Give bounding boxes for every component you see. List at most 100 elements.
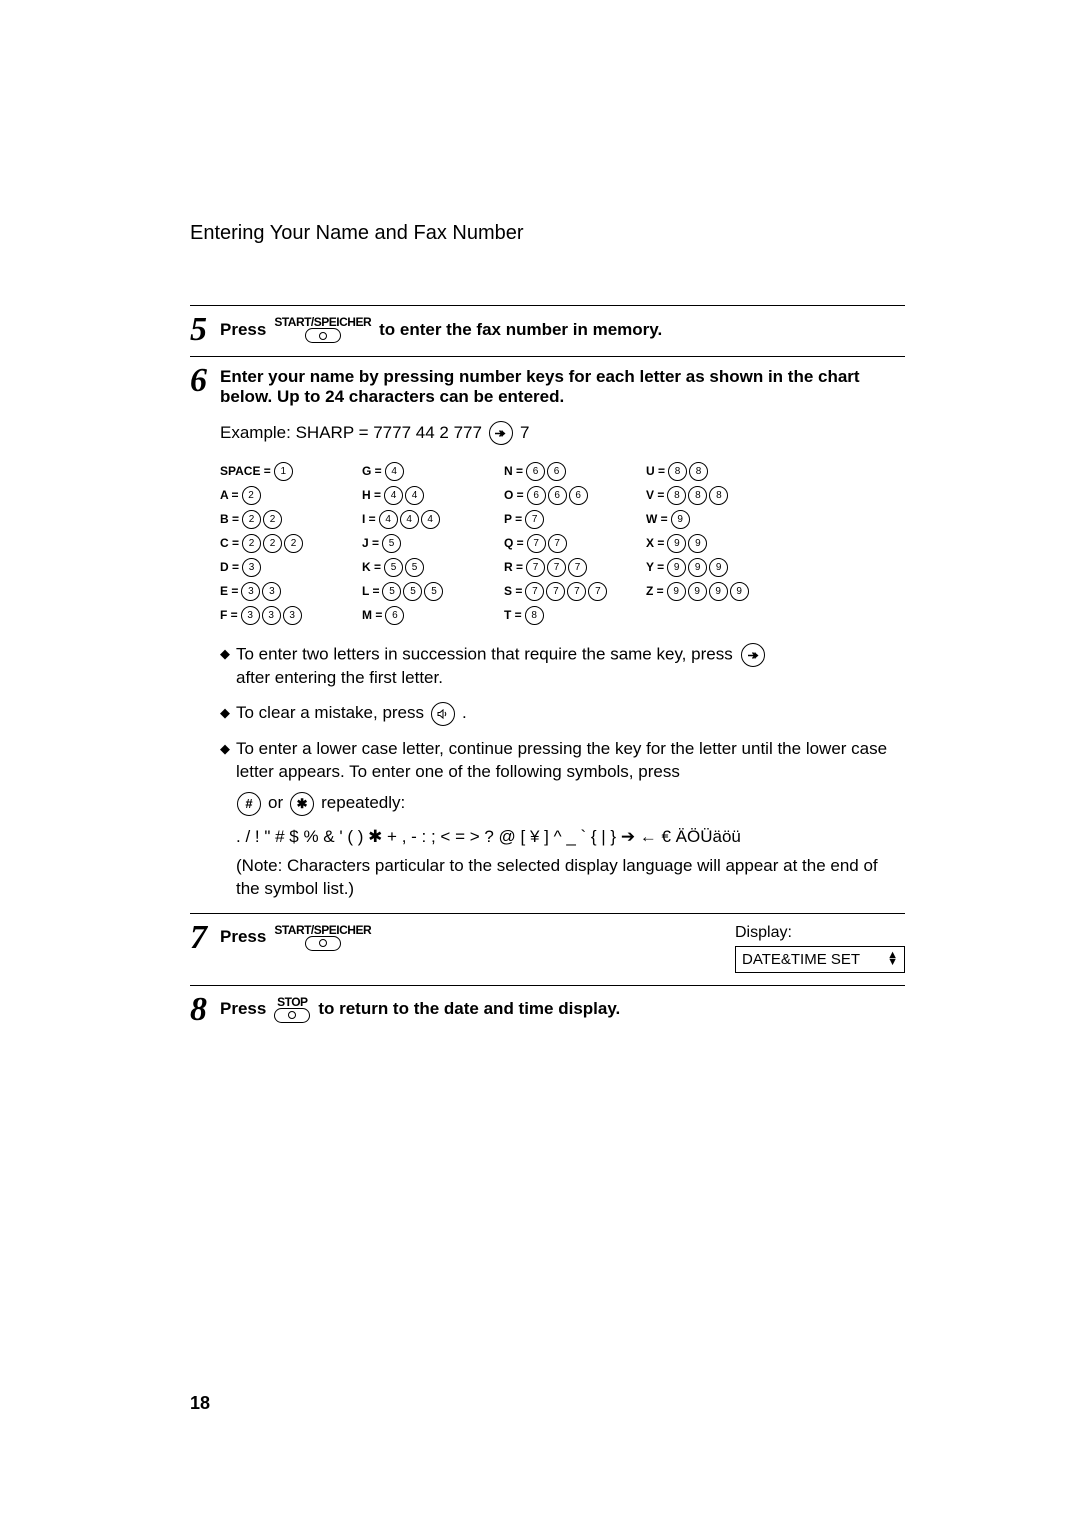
chart-label: G = [362,464,382,478]
step-7: 7 Press START/SPEICHER Display: DATE&TIM… [190,913,905,985]
step6-example-suffix: 7 [520,423,529,443]
number-key-icon: 3 [262,582,281,601]
chart-cell: T =8 [504,603,646,627]
chart-cell: E =33 [220,579,362,603]
step8-after: to return to the date and time display. [318,999,620,1019]
number-key-icon: 9 [709,558,728,577]
number-key-icon: 4 [385,462,404,481]
step5-press: Press [220,320,266,340]
chart-cell: H =44 [362,483,504,507]
number-key-icon: 6 [569,486,588,505]
start-speicher-button-icon: START/SPEICHER [274,924,371,951]
display-label: Display: [735,924,905,942]
number-key-icon: 4 [384,486,403,505]
number-key-icon: 5 [403,582,422,601]
chart-label: Q = [504,536,524,550]
number-key-icon: 8 [668,462,687,481]
up-down-icon: ▲▼ [887,952,898,966]
number-key-icon: 7 [548,534,567,553]
number-key-icon: 4 [421,510,440,529]
chart-label: D = [220,560,239,574]
chart-label: M = [362,608,382,622]
chart-label: SPACE = [220,464,271,478]
chart-label: B = [220,512,239,526]
number-key-icon: 7 [525,510,544,529]
chart-cell: L =555 [362,579,504,603]
number-key-icon: 5 [424,582,443,601]
page-title: Entering Your Name and Fax Number [190,222,905,245]
stop-button-icon: STOP [274,996,310,1023]
letter-chart: SPACE =1A =2B =22C =222D =3E =33F =333G … [220,459,905,627]
step-number: 6 [190,367,220,395]
chart-cell: V =888 [646,483,788,507]
number-key-icon: 8 [525,606,544,625]
chart-label: P = [504,512,522,526]
bullet-1: ◆ To enter two letters in succession tha… [220,643,905,690]
chart-label: W = [646,512,668,526]
chart-column: N =66O =666P =7Q =77R =777S =7777T =8 [504,459,646,627]
step6-example-prefix: Example: SHARP = 7777 44 2 777 [220,423,482,443]
number-key-icon: 5 [384,558,403,577]
chart-cell: I =444 [362,507,504,531]
chart-cell: S =7777 [504,579,646,603]
number-key-icon: 7 [588,582,607,601]
chart-label: F = [220,608,238,622]
number-key-icon: 4 [405,486,424,505]
chart-label: O = [504,488,524,502]
step-number: 8 [190,996,220,1024]
start-speicher-button-icon: START/SPEICHER [274,316,371,343]
chart-label: N = [504,464,523,478]
chart-label: U = [646,464,665,478]
repeatedly-text: repeatedly: [321,792,405,815]
step-6: 6 Enter your name by pressing number key… [190,356,905,913]
hash-key-icon: # [237,792,261,816]
step8-press: Press [220,999,266,1019]
number-key-icon: 2 [242,534,261,553]
number-key-icon: 5 [382,534,401,553]
number-key-icon: 9 [671,510,690,529]
speaker-icon [431,702,455,726]
step-5: 5 Press START/SPEICHER to enter the fax … [190,305,905,356]
number-key-icon: 2 [242,486,261,505]
chart-label: Z = [646,584,664,598]
chart-cell: W =9 [646,507,788,531]
chart-cell: D =3 [220,555,362,579]
chart-label: Y = [646,560,664,574]
number-key-icon: 7 [567,582,586,601]
number-key-icon: 3 [241,582,260,601]
number-key-icon: 9 [688,582,707,601]
symbol-list: . / ! " # $ % & ' ( ) ✱ + , - : ; < = > … [236,826,905,849]
chart-label: V = [646,488,664,502]
number-key-icon: 8 [689,462,708,481]
chart-cell: M =6 [362,603,504,627]
number-key-icon: 9 [730,582,749,601]
arrow-right-icon [741,643,765,667]
number-key-icon: 2 [263,510,282,529]
number-key-icon: 6 [548,486,567,505]
number-key-icon: 3 [242,558,261,577]
chart-cell: U =88 [646,459,788,483]
chart-label: I = [362,512,376,526]
chart-label: S = [504,584,522,598]
chart-column: G =4H =44I =444J =5K =55L =555M =6 [362,459,504,627]
display-block: Display: DATE&TIME SET ▲▼ [735,924,905,973]
chart-cell: Q =77 [504,531,646,555]
chart-label: J = [362,536,379,550]
chart-cell: K =55 [362,555,504,579]
step-number: 7 [190,924,220,952]
chart-column: SPACE =1A =2B =22C =222D =3E =33F =333 [220,459,362,627]
chart-label: L = [362,584,379,598]
chart-cell: C =222 [220,531,362,555]
number-key-icon: 9 [667,558,686,577]
chart-cell: P =7 [504,507,646,531]
step-8: 8 Press STOP to return to the date and t… [190,985,905,1036]
number-key-icon: 6 [526,462,545,481]
display-value: DATE&TIME SET [742,951,860,968]
chart-label: R = [504,560,523,574]
number-key-icon: 9 [688,534,707,553]
chart-cell: Y =999 [646,555,788,579]
chart-cell: A =2 [220,483,362,507]
chart-cell: X =99 [646,531,788,555]
chart-column: U =88V =888W =9X =99Y =999Z =9999 [646,459,788,627]
number-key-icon: 7 [526,558,545,577]
